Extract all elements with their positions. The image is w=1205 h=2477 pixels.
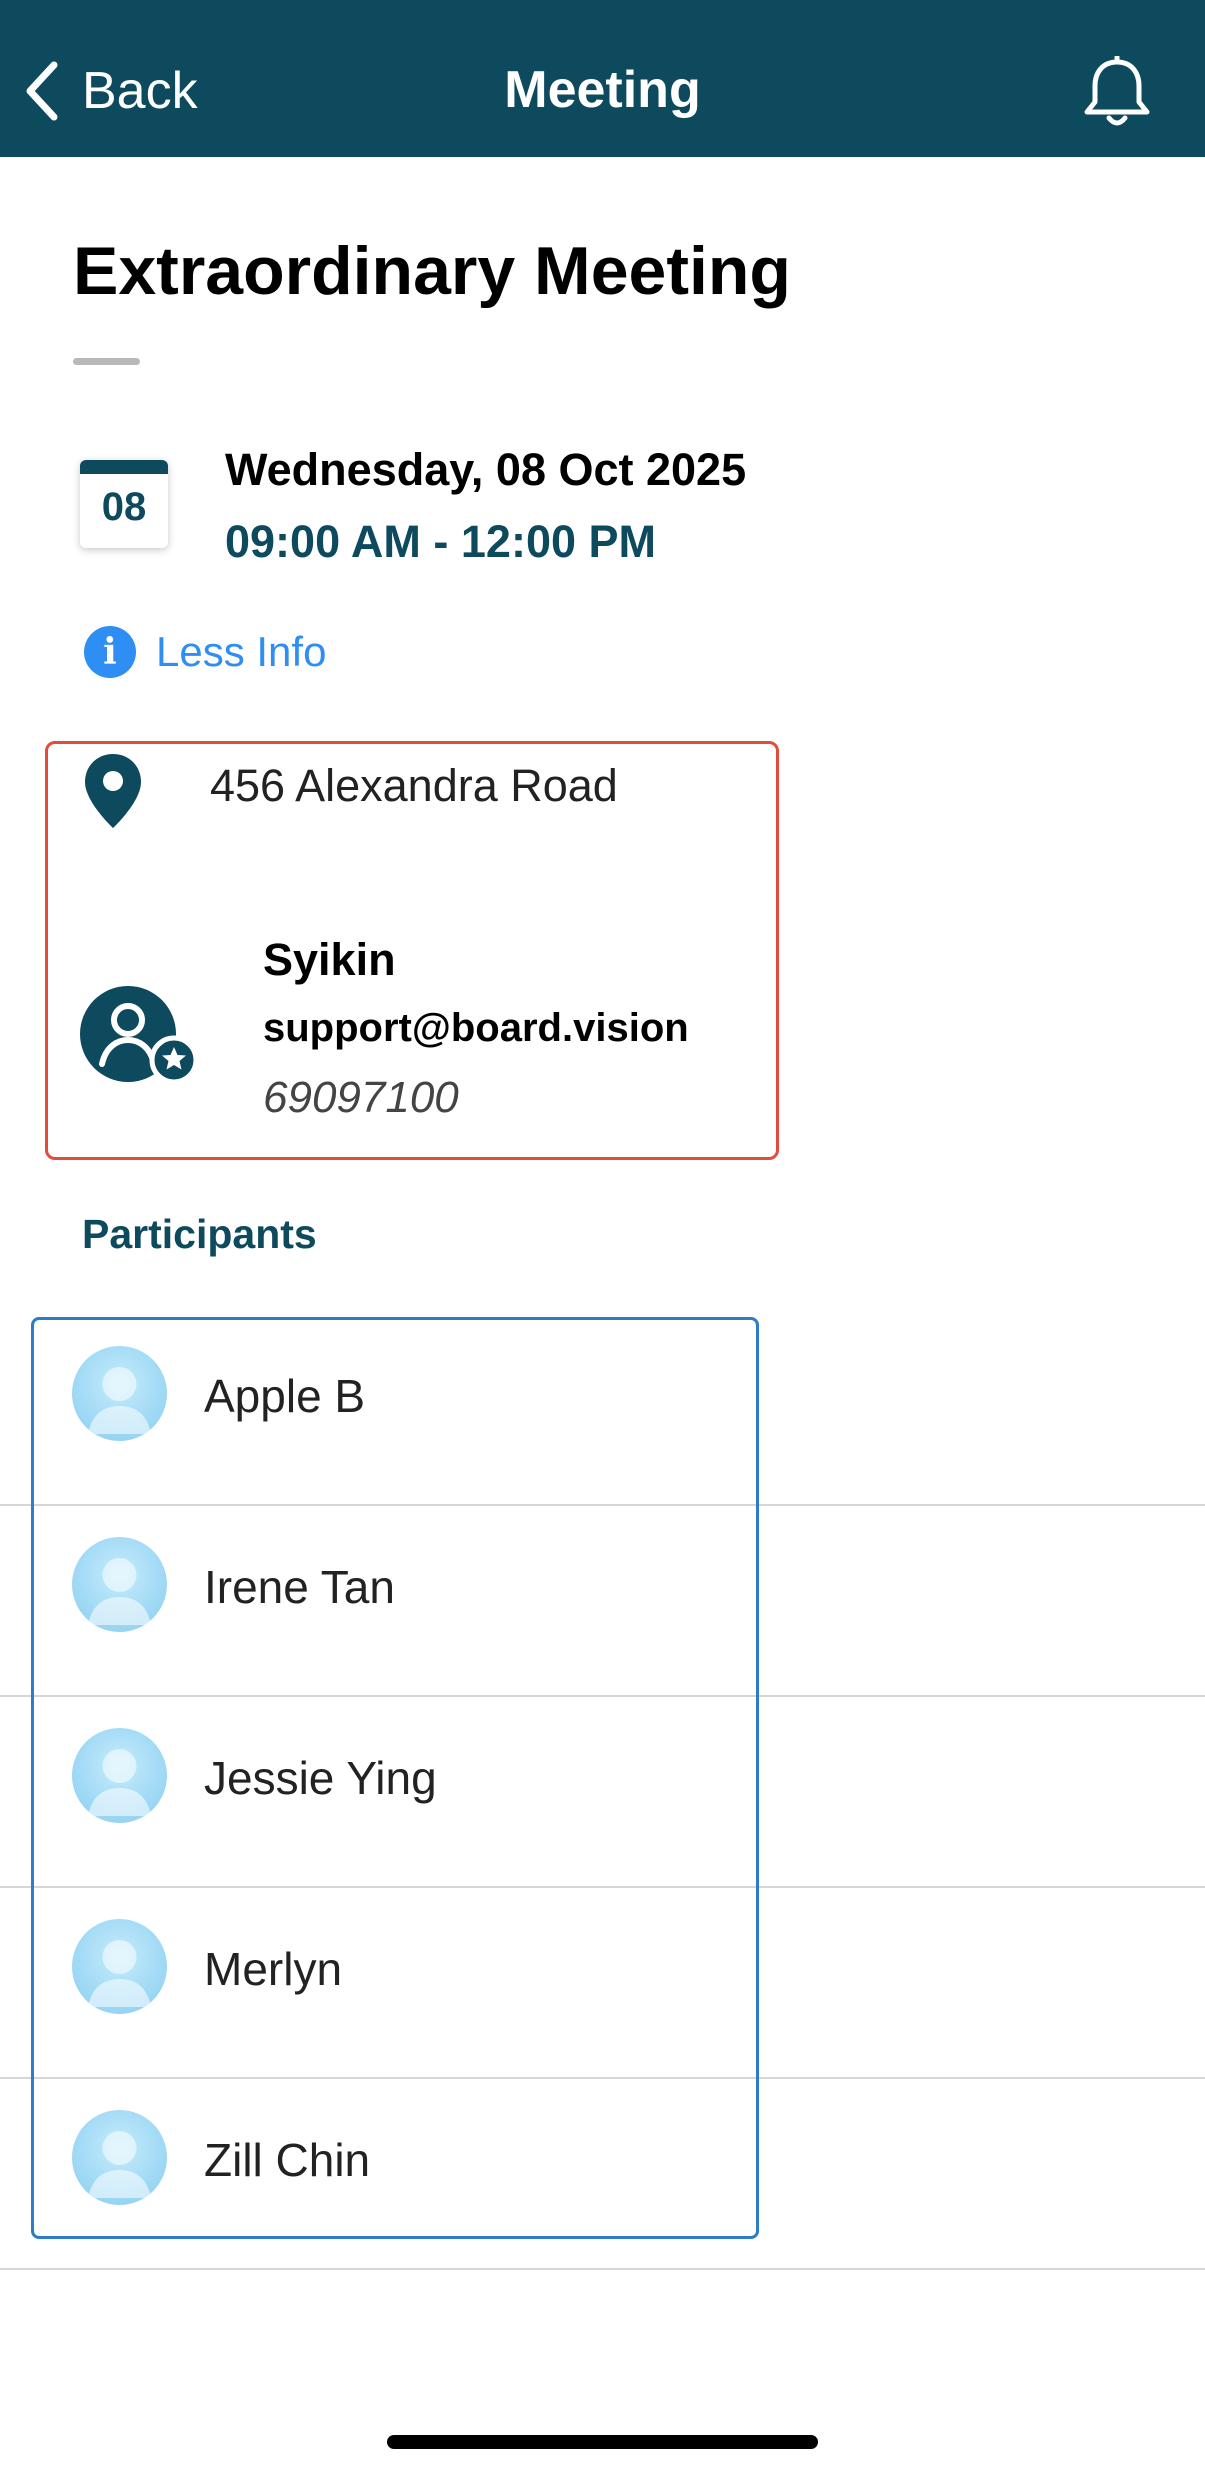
participant-name: Zill Chin (204, 2134, 371, 2186)
back-label: Back (82, 62, 198, 120)
participant-row[interactable]: Jessie Ying (0, 1697, 1205, 1888)
user-star-icon (80, 986, 199, 1085)
participant-row[interactable]: Apple B (0, 1315, 1205, 1506)
avatar-placeholder-icon (72, 1537, 167, 1632)
notifications-button[interactable] (1081, 54, 1153, 130)
participant-row[interactable]: Irene Tan (0, 1506, 1205, 1697)
participants-heading: Participants (82, 1211, 317, 1257)
contact-email[interactable]: support@board.vision (263, 1006, 689, 1051)
less-info-label: Less Info (156, 628, 327, 675)
map-pin-icon (85, 754, 141, 828)
meeting-time: 09:00 AM - 12:00 PM (225, 516, 656, 567)
less-info-toggle[interactable]: i Less Info (84, 622, 326, 682)
meeting-title: Extraordinary Meeting (73, 233, 791, 309)
info-icon: i (84, 626, 136, 678)
participants-list: Apple B Irene Tan Jessie Ying Merlyn Zil… (0, 1315, 1205, 2270)
participant-row[interactable]: Zill Chin (0, 2079, 1205, 2270)
participant-name: Irene Tan (204, 1561, 395, 1613)
avatar-placeholder-icon (72, 1919, 167, 2014)
bell-icon (1084, 54, 1150, 126)
participant-row[interactable]: Merlyn (0, 1888, 1205, 2079)
calendar-icon-header (80, 460, 168, 474)
meeting-address: 456 Alexandra Road (210, 760, 618, 811)
contact-name: Syikin (263, 934, 396, 985)
meeting-details-card: 456 Alexandra Road Syikin support@board.… (45, 741, 779, 1160)
calendar-icon: 08 (80, 460, 168, 548)
home-indicator (387, 2435, 818, 2449)
avatar-placeholder-icon (72, 1346, 167, 1441)
top-navigation-bar: Back Meeting (0, 0, 1205, 157)
participant-name: Merlyn (204, 1943, 343, 1995)
title-divider (73, 358, 140, 365)
contact-phone[interactable]: 69097100 (263, 1073, 459, 1123)
chevron-left-icon (26, 61, 58, 121)
participant-name: Apple B (204, 1370, 366, 1422)
meeting-date: Wednesday, 08 Oct 2025 (225, 444, 747, 495)
calendar-day-number: 08 (101, 485, 147, 529)
avatar-placeholder-icon (72, 2110, 167, 2205)
participant-name: Jessie Ying (204, 1752, 437, 1804)
avatar-placeholder-icon (72, 1728, 167, 1823)
back-button[interactable]: Back (24, 56, 198, 126)
